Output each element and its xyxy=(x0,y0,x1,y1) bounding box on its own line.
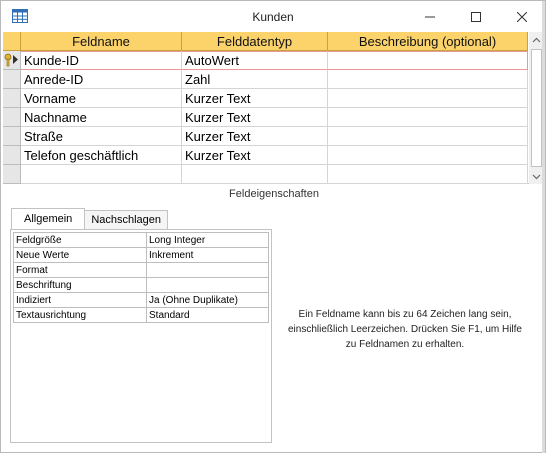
property-value[interactable]: Long Integer xyxy=(146,232,269,248)
property-value[interactable]: Ja (Ohne Duplikate) xyxy=(146,292,269,308)
window-edge xyxy=(542,1,545,453)
maximize-button[interactable] xyxy=(453,1,499,32)
scroll-thumb[interactable] xyxy=(531,49,542,167)
data-type-cell[interactable]: Kurzer Text xyxy=(182,89,328,108)
property-row[interactable]: Beschriftung xyxy=(13,277,269,293)
property-name: Beschriftung xyxy=(13,277,147,293)
grid-rows: Kunde-ID AutoWert Anrede-ID Zahl Vorname… xyxy=(3,51,528,184)
property-name: Textausrichtung xyxy=(13,307,147,323)
row-selector[interactable] xyxy=(3,51,21,70)
property-value[interactable] xyxy=(146,277,269,293)
property-value[interactable] xyxy=(146,262,269,278)
property-name: Format xyxy=(13,262,147,278)
chevron-up-icon xyxy=(532,37,541,42)
description-cell[interactable] xyxy=(328,165,528,184)
maximize-icon xyxy=(471,11,481,22)
data-type-cell[interactable]: Kurzer Text xyxy=(182,127,328,146)
property-value[interactable]: Inkrement xyxy=(146,247,269,263)
table-row[interactable]: Straße Kurzer Text xyxy=(3,127,528,146)
row-selector[interactable] xyxy=(3,89,21,108)
data-type-cell[interactable]: Kurzer Text xyxy=(182,108,328,127)
description-cell[interactable] xyxy=(328,108,528,127)
field-name-cell[interactable]: Anrede-ID xyxy=(21,70,182,89)
close-button[interactable] xyxy=(499,1,545,32)
property-row[interactable]: Format xyxy=(13,262,269,278)
close-icon xyxy=(517,11,527,22)
table-row[interactable]: Anrede-ID Zahl xyxy=(3,70,528,89)
properties-table: Feldgröße Long Integer Neue Werte Inkrem… xyxy=(13,232,269,323)
tab-nachschlagen[interactable]: Nachschlagen xyxy=(84,210,169,229)
row-selector[interactable] xyxy=(3,108,21,127)
table-row[interactable]: Vorname Kurzer Text xyxy=(3,89,528,108)
row-selector[interactable] xyxy=(3,70,21,89)
field-name-cell[interactable] xyxy=(21,165,182,184)
property-name: Feldgröße xyxy=(13,232,147,248)
field-name-cell[interactable]: Telefon geschäftlich xyxy=(21,146,182,165)
minimize-icon xyxy=(425,16,435,17)
field-properties-title: Feldeigenschaften xyxy=(229,188,319,200)
column-header-data-type[interactable]: Felddatentyp xyxy=(182,32,328,51)
property-help-text: Ein Feldname kann bis zu 64 Zeichen lang… xyxy=(288,309,522,350)
data-type-cell[interactable]: AutoWert xyxy=(182,51,328,70)
data-type-cell[interactable]: Zahl xyxy=(182,70,328,89)
table-row[interactable]: Telefon geschäftlich Kurzer Text xyxy=(3,146,528,165)
property-row[interactable]: Textausrichtung Standard xyxy=(13,307,269,323)
field-name-cell[interactable]: Nachname xyxy=(21,108,182,127)
description-cell[interactable] xyxy=(328,127,528,146)
tab-allgemein[interactable]: Allgemein xyxy=(11,208,86,229)
table-row-new[interactable] xyxy=(3,165,528,184)
property-row[interactable]: Feldgröße Long Integer xyxy=(13,232,269,248)
chevron-down-icon xyxy=(532,174,541,179)
data-type-cell[interactable]: Kurzer Text xyxy=(182,146,328,165)
property-row[interactable]: Indiziert Ja (Ohne Duplikate) xyxy=(13,292,269,308)
column-header-description[interactable]: Beschreibung (optional) xyxy=(328,32,528,51)
field-name-cell[interactable]: Kunde-ID xyxy=(21,51,182,70)
row-selector[interactable] xyxy=(3,127,21,146)
field-design-grid: Feldname Felddatentyp Beschreibung (opti… xyxy=(3,32,544,184)
properties-tabs: Allgemein Nachschlagen xyxy=(11,208,169,230)
property-value[interactable]: Standard xyxy=(146,307,269,323)
description-cell[interactable] xyxy=(328,146,528,165)
header-corner[interactable] xyxy=(3,32,21,51)
column-header-field-name[interactable]: Feldname xyxy=(21,32,182,51)
table-design-window: Kunden Feldname Felddatentyp Beschreibun… xyxy=(0,0,546,453)
data-type-cell[interactable] xyxy=(182,165,328,184)
description-cell[interactable] xyxy=(328,51,528,70)
minimize-button[interactable] xyxy=(407,1,453,32)
description-cell[interactable] xyxy=(328,70,528,89)
description-cell[interactable] xyxy=(328,89,528,108)
properties-panel: Feldgröße Long Integer Neue Werte Inkrem… xyxy=(10,229,272,443)
title-bar: Kunden xyxy=(1,1,545,32)
property-name: Neue Werte xyxy=(13,247,147,263)
table-row[interactable]: Nachname Kurzer Text xyxy=(3,108,528,127)
property-row[interactable]: Neue Werte Inkrement xyxy=(13,247,269,263)
row-selector[interactable] xyxy=(3,146,21,165)
grid-header: Feldname Felddatentyp Beschreibung (opti… xyxy=(3,32,528,51)
property-name: Indiziert xyxy=(13,292,147,308)
table-row[interactable]: Kunde-ID AutoWert xyxy=(3,51,528,70)
field-name-cell[interactable]: Vorname xyxy=(21,89,182,108)
primary-key-icon xyxy=(4,53,18,67)
field-name-cell[interactable]: Straße xyxy=(21,127,182,146)
row-selector[interactable] xyxy=(3,165,21,184)
